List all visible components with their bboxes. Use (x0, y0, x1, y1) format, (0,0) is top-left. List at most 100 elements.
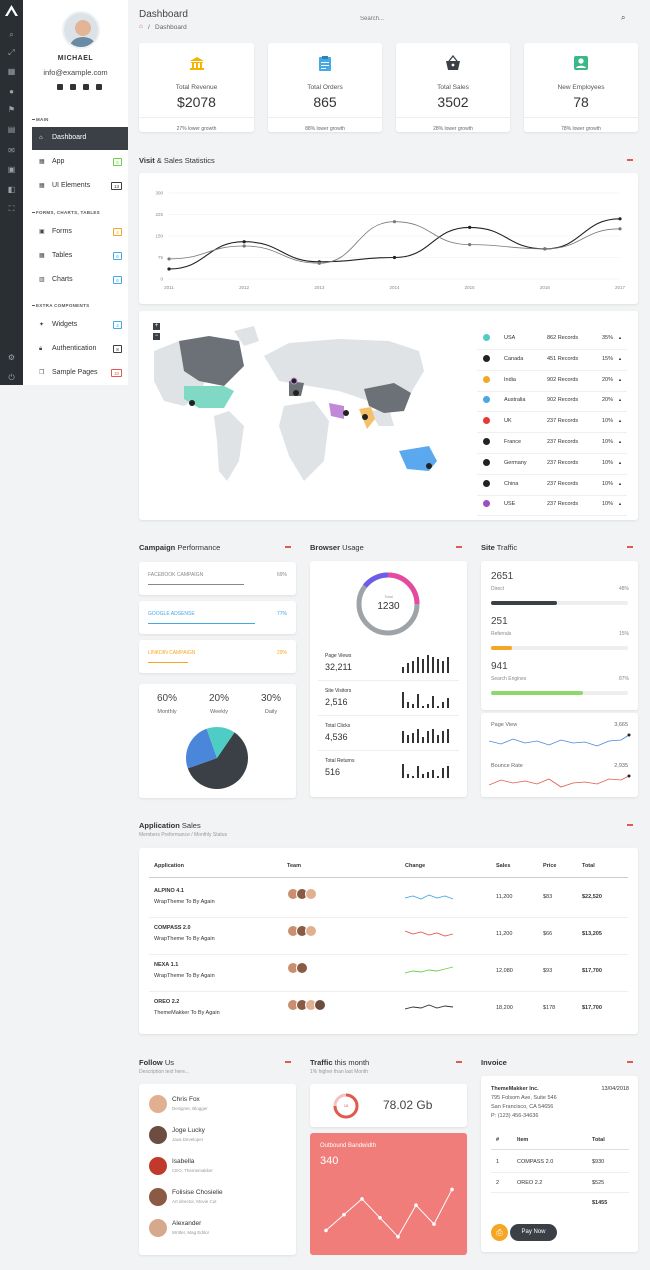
bandwidth-point[interactable] (432, 1222, 436, 1226)
collapse-icon[interactable] (285, 1061, 291, 1063)
data-point[interactable] (392, 220, 397, 224)
follow-list-item[interactable]: Folisise Chosielie Art director, Movie Cu… (139, 1187, 296, 1215)
table-header[interactable]: Application (154, 863, 184, 869)
email-icon[interactable]: ✉ (6, 145, 17, 156)
avatar[interactable] (314, 999, 326, 1011)
data-point[interactable] (468, 243, 472, 247)
bandwidth-point[interactable] (378, 1216, 382, 1220)
map-region-use[interactable] (329, 403, 344, 419)
follow-list-item[interactable]: Joge Lucky Java Developer (139, 1125, 296, 1153)
settings-icon[interactable]: ⚙ (6, 352, 17, 363)
expand-icon[interactable]: ⤢ (6, 47, 17, 58)
facebook-icon[interactable] (57, 84, 63, 90)
country-row[interactable]: USA 862 Records 35% ▲ (477, 332, 627, 350)
sidebar-item-ui-elements[interactable]: ▦ UI Elements 13 (32, 175, 128, 198)
data-point[interactable] (242, 244, 246, 248)
logo-icon[interactable] (5, 5, 18, 16)
pay-now-button[interactable]: Pay Now (510, 1224, 557, 1241)
data-point[interactable] (167, 267, 171, 271)
campaign-card[interactable]: GOOGLE ADSENSE 77% (139, 601, 296, 634)
sidebar-item-widgets[interactable]: ✦ Widgets 4 (32, 314, 128, 337)
calendar-icon[interactable]: ▤ (6, 124, 17, 135)
search-icon[interactable]: ⌕ (621, 13, 625, 23)
collapse-icon[interactable] (285, 546, 291, 548)
collapse-icon[interactable] (456, 546, 462, 548)
contacts-icon[interactable]: ▣ (6, 164, 17, 175)
bandwidth-point[interactable] (414, 1203, 418, 1207)
sidebar-item-authentication[interactable]: 🔒︎ Authentication 8 (32, 338, 128, 361)
bandwidth-point[interactable] (360, 1197, 364, 1201)
campaign-card[interactable]: FACEBOOK CAMPAIGN 69% (139, 562, 296, 595)
country-row[interactable]: USE 237 Records 10% ▲ (477, 498, 627, 517)
bandwidth-point[interactable] (396, 1234, 400, 1239)
avatar[interactable] (149, 1157, 167, 1175)
table-row[interactable]: OREO 2.2 ThemeMakker To By Again 18,200 $17… (139, 995, 638, 1029)
print-icon[interactable]: ⎙ (491, 1224, 508, 1241)
country-row[interactable]: UK 237 Records 10% ▲ (477, 415, 627, 434)
apps-grid-icon[interactable]: ▦ (6, 66, 17, 77)
avatar[interactable] (62, 11, 100, 49)
fullscreen-icon[interactable]: ⛶ (6, 203, 17, 214)
home-icon[interactable]: ⌂ (139, 23, 143, 30)
person-name: Isabella (172, 1158, 195, 1165)
avatar[interactable] (149, 1126, 167, 1144)
country-row[interactable]: India 902 Records 20% ▲ (477, 374, 627, 392)
campaign-card[interactable]: LINKDIN CAMPAIGN 29% (139, 640, 296, 673)
avatar[interactable] (149, 1095, 167, 1113)
flag-icon[interactable]: ⚑ (6, 104, 17, 115)
sidebar-item-tables[interactable]: ▦ Tables 6 (32, 245, 128, 268)
sales-value: 12,080 (496, 968, 513, 974)
country-row[interactable]: Canada 451 Records 15% ▲ (477, 353, 627, 371)
bandwidth-point[interactable] (342, 1212, 346, 1217)
sidebar-item-dashboard[interactable]: ⌂ Dashboard (32, 127, 128, 150)
table-row[interactable]: ALPINO 4.1 WrapTheme To By Again 11,200 $83… (139, 884, 638, 918)
data-point[interactable] (167, 257, 171, 261)
twitter-icon[interactable] (96, 84, 102, 90)
table-header[interactable]: Sales (496, 863, 510, 869)
follow-list-item[interactable]: Alexander Writter, Mag Editor (139, 1218, 296, 1246)
data-point[interactable] (543, 247, 547, 251)
avatar[interactable] (296, 962, 308, 974)
follow-list-item[interactable]: Chris Fox Designer, Blogger (139, 1094, 296, 1122)
table-row[interactable]: COMPASS 2.0 WrapTheme To By Again 11,200 $6… (139, 921, 638, 955)
sidebar-item-app[interactable]: ▦ App 5 (32, 151, 128, 174)
collapse-icon[interactable] (627, 546, 633, 548)
search-icon[interactable]: ⌕ (6, 29, 17, 40)
data-point[interactable] (618, 217, 622, 221)
table-header[interactable]: Change (405, 863, 425, 869)
data-point[interactable] (317, 261, 321, 265)
bandwidth-point[interactable] (450, 1187, 454, 1192)
instagram-icon[interactable] (83, 84, 89, 90)
collapse-icon[interactable] (456, 1061, 462, 1063)
data-point[interactable] (468, 225, 472, 229)
chat-icon[interactable]: ◧ (6, 184, 17, 195)
collapse-icon[interactable] (627, 824, 633, 826)
sidebar-item-sample-pages[interactable]: ❐ Sample Pages 10 (32, 362, 128, 385)
linkedin-icon[interactable] (70, 84, 76, 90)
collapse-icon[interactable] (627, 1061, 633, 1063)
collapse-icon[interactable] (627, 159, 633, 161)
data-point[interactable] (392, 255, 397, 260)
sidebar-item-forms[interactable]: ▣ Forms 4 (32, 221, 128, 244)
country-row[interactable]: France 237 Records 10% ▲ (477, 436, 627, 454)
data-point[interactable] (242, 240, 246, 244)
search-input[interactable] (360, 13, 615, 25)
country-row[interactable]: Australia 902 Records 20% ▲ (477, 394, 627, 413)
table-header[interactable]: Team (287, 863, 301, 869)
table-header[interactable]: Total (582, 863, 595, 869)
data-point[interactable] (618, 227, 622, 231)
country-row[interactable]: Germany 237 Records 10% ▲ (477, 457, 627, 475)
avatar[interactable] (305, 888, 317, 900)
table-row[interactable]: NEXA 1.1 WrapTheme To By Again 12,080 $93 $1… (139, 958, 638, 992)
follow-list-item[interactable]: Isabella CEO, Thememakker (139, 1156, 296, 1184)
avatar[interactable] (149, 1219, 167, 1237)
table-header[interactable]: Price (543, 863, 556, 869)
country-row[interactable]: China 237 Records 10% ▲ (477, 478, 627, 496)
power-icon[interactable]: ⏻ (6, 372, 17, 383)
avatar[interactable] (305, 925, 317, 937)
bandwidth-point[interactable] (324, 1228, 328, 1233)
avatar[interactable] (149, 1188, 167, 1206)
sidebar-item-charts[interactable]: ▥ Charts 6 (32, 269, 128, 292)
bell-icon[interactable]: ● (6, 86, 17, 97)
breadcrumb[interactable]: Dashboard (155, 24, 187, 31)
